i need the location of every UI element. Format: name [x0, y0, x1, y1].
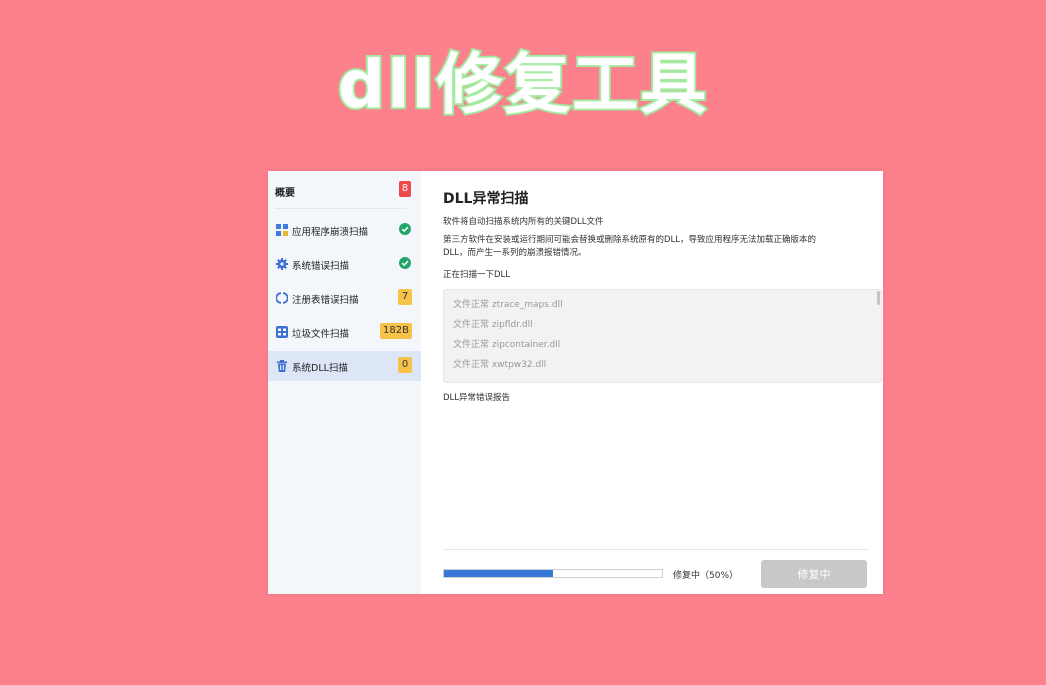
storage-grid-icon [276, 326, 288, 338]
description-line-3: DLL，而产生一系列的崩溃报错情况。 [443, 248, 587, 258]
scan-log-line: 文件正常 zipcontainer.dll [453, 340, 561, 350]
banner-title: dll修复工具 [336, 46, 709, 123]
sidebar-item-system-dll-scan[interactable]: 系统DLL扫描 0 [268, 351, 421, 381]
sidebar-overview-label: 概要 [275, 188, 295, 199]
page-title: DLL异常扫描 [443, 191, 529, 207]
registry-count-badge: 7 [398, 289, 412, 305]
scan-log-line: 文件正常 xwtpw32.dll [453, 360, 547, 370]
sidebar-overview[interactable]: 概要 8 [268, 171, 421, 208]
scan-log-line: 文件正常 ztrace_maps.dll [453, 300, 563, 310]
description-line-2: 第三方软件在安装或运行期间可能会替换或删除系统原有的DLL，导致应用程序无法加载… [443, 235, 817, 245]
scan-log-scrollbar[interactable] [877, 291, 880, 305]
sidebar: 概要 8 应用程序崩溃扫描 系统错误扫描 注册表错误扫描 7 垃圾文件扫描 18… [268, 171, 421, 594]
sidebar-item-label: 垃圾文件扫描 [292, 329, 350, 340]
gear-icon [276, 258, 288, 270]
dll-error-report-label: DLL异常错误报告 [443, 393, 511, 403]
sidebar-item-junk-file-scan[interactable]: 垃圾文件扫描 182B [268, 317, 421, 347]
dll-count-badge: 0 [398, 357, 412, 373]
footer-divider [443, 549, 869, 550]
main-panel: DLL异常扫描 软件将自动扫描系统内所有的关键DLL文件 第三方软件在安装或运行… [421, 171, 883, 594]
trash-icon [277, 360, 287, 372]
sidebar-item-system-error-scan[interactable]: 系统错误扫描 [268, 249, 421, 279]
check-circle-icon [399, 257, 411, 269]
description-line-1: 软件将自动扫描系统内所有的关键DLL文件 [443, 217, 604, 227]
repair-progress-bar [443, 569, 663, 578]
app-window: 概要 8 应用程序崩溃扫描 系统错误扫描 注册表错误扫描 7 垃圾文件扫描 18… [268, 171, 883, 594]
sidebar-item-app-crash-scan[interactable]: 应用程序崩溃扫描 [268, 215, 421, 245]
sidebar-item-label: 注册表错误扫描 [292, 295, 359, 306]
refresh-ring-icon [276, 292, 288, 304]
sidebar-item-label: 系统DLL扫描 [292, 363, 348, 374]
repair-progress-fill [444, 570, 553, 577]
scan-log[interactable]: 文件正常 ztrace_maps.dll 文件正常 zipfldr.dll 文件… [443, 289, 882, 383]
junk-size-badge: 182B [380, 323, 412, 339]
sidebar-item-label: 系统错误扫描 [292, 261, 350, 272]
scanning-label: 正在扫描一下DLL [443, 270, 511, 280]
scan-log-line: 文件正常 zipfldr.dll [453, 320, 533, 330]
sidebar-divider [275, 208, 407, 209]
app-grid-icon [276, 224, 288, 236]
repair-button[interactable]: 修复中 [761, 560, 867, 588]
repair-progress-label: 修复中（50%） [673, 571, 739, 581]
check-circle-icon [399, 223, 411, 235]
sidebar-item-registry-scan[interactable]: 注册表错误扫描 7 [268, 283, 421, 313]
overview-count-badge: 8 [399, 181, 411, 197]
sidebar-item-label: 应用程序崩溃扫描 [292, 227, 369, 238]
